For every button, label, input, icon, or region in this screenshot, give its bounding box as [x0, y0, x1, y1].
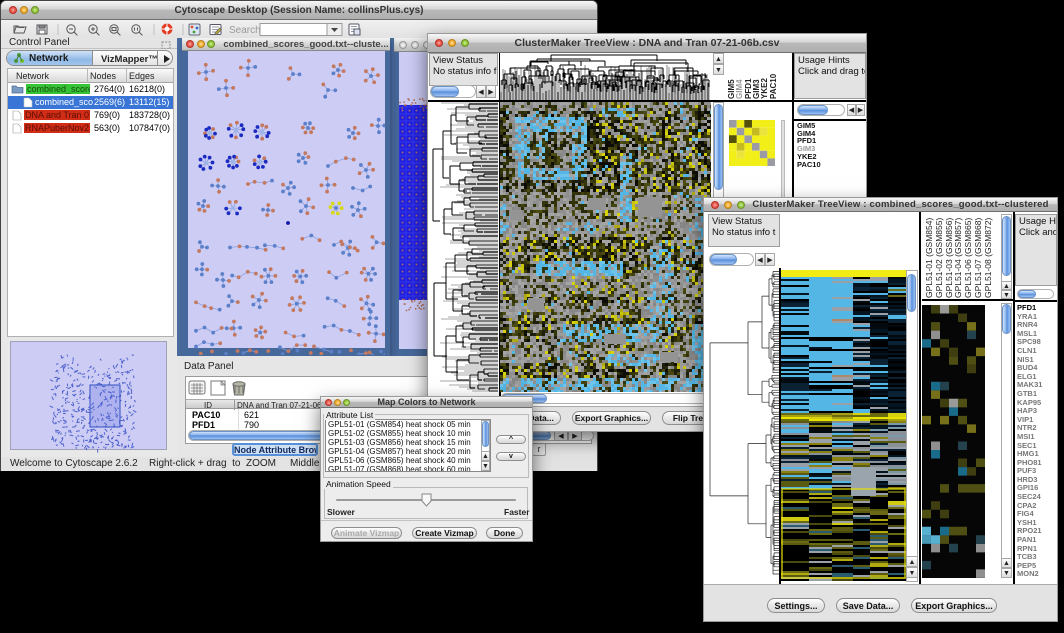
svg-text:Search:: Search: — [229, 25, 263, 36]
